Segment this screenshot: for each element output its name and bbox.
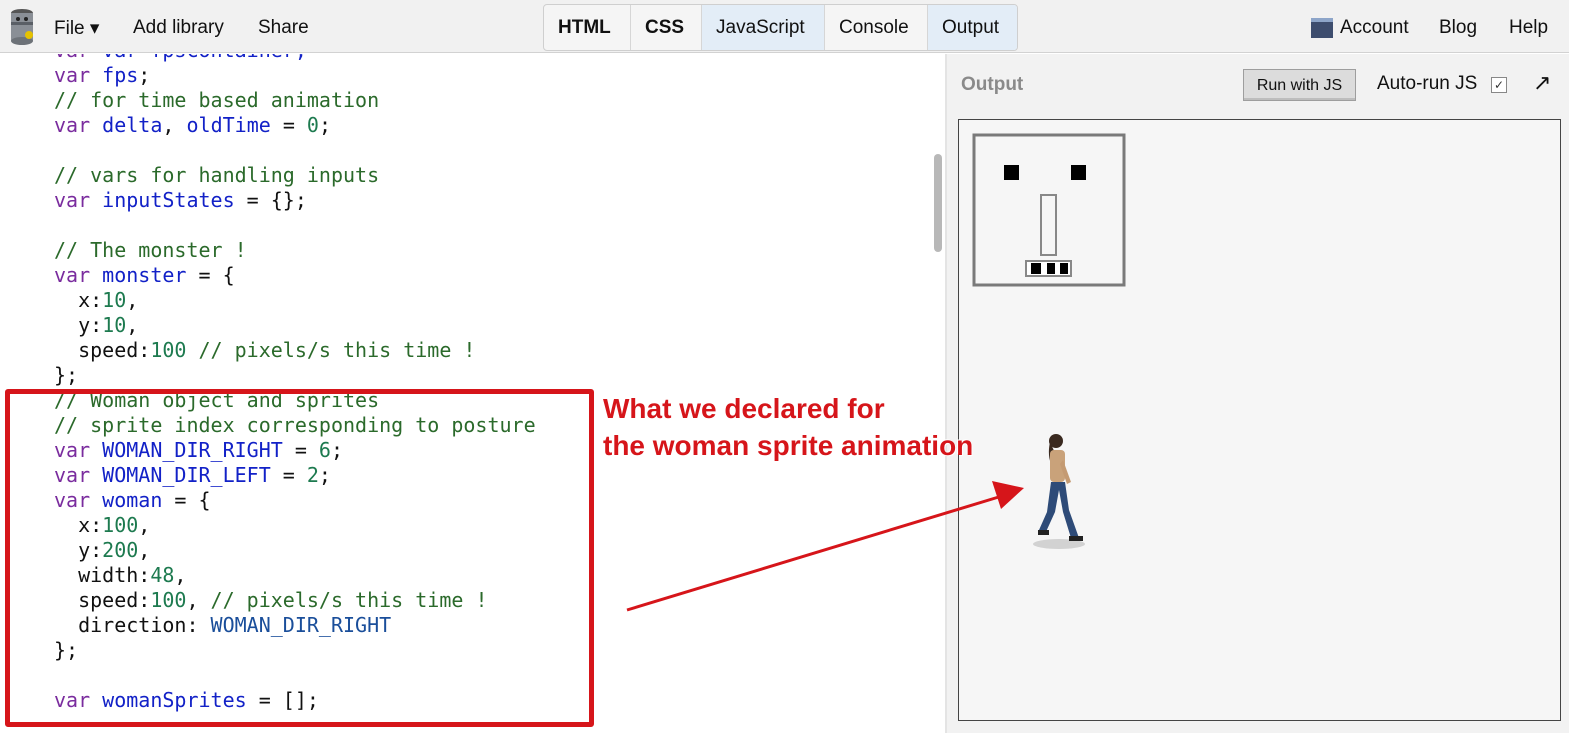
add-library-menu[interactable]: Add library xyxy=(133,17,224,39)
code-line: // vars for handling inputs xyxy=(54,163,380,187)
code-line: var monster = { xyxy=(54,263,235,287)
tab-html[interactable]: HTML xyxy=(544,5,631,50)
output-title: Output xyxy=(961,74,1024,95)
tab-javascript[interactable]: JavaScript xyxy=(702,5,825,50)
account-icon[interactable] xyxy=(1311,18,1333,38)
output-pane: Output Run with JS Auto-run JS ✓ ↗ xyxy=(947,54,1569,733)
run-with-js-button[interactable]: Run with JS xyxy=(1243,69,1356,101)
output-canvas[interactable] xyxy=(958,119,1561,721)
share-menu[interactable]: Share xyxy=(258,17,309,39)
code-line: var fps; xyxy=(54,63,151,87)
code-line: }; xyxy=(54,363,79,387)
top-menubar: File ▾ Add library Share HTML CSS JavaSc… xyxy=(0,0,1569,53)
woman-sprite xyxy=(1033,434,1085,549)
code-line: speed:100 // pixels/s this time ! xyxy=(54,338,476,362)
code-line: y:10, xyxy=(54,313,139,337)
tab-output[interactable]: Output xyxy=(928,5,1017,50)
editor-scrollbar[interactable] xyxy=(934,154,942,252)
code-line: // The monster ! xyxy=(54,238,247,262)
canvas-drawing xyxy=(972,133,1126,549)
help-link[interactable]: Help xyxy=(1509,17,1548,39)
expand-icon[interactable]: ↗ xyxy=(1533,70,1551,96)
tab-console[interactable]: Console xyxy=(825,5,928,50)
annotation-text: What we declared for the woman sprite an… xyxy=(603,393,974,461)
panel-tabs: HTML CSS JavaScript Console Output xyxy=(543,4,1018,51)
blog-link[interactable]: Blog xyxy=(1439,17,1477,39)
code-line: // for time based animation xyxy=(54,88,380,112)
highlight-box xyxy=(5,389,594,727)
jsbin-logo-icon[interactable] xyxy=(8,8,36,46)
tab-css[interactable]: CSS xyxy=(631,5,702,50)
code-line: var delta, oldTime = 0; xyxy=(54,113,331,137)
autorun-label: Auto-run JS xyxy=(1377,73,1478,94)
monster-sprite xyxy=(972,133,1126,287)
autorun-checkbox[interactable]: ✓ xyxy=(1491,77,1507,93)
account-menu[interactable]: Account xyxy=(1340,17,1409,39)
code-line: var var fpsContainer; xyxy=(54,54,307,62)
code-line: var inputStates = {}; xyxy=(54,188,307,212)
file-menu[interactable]: File ▾ xyxy=(54,17,99,40)
code-line: x:10, xyxy=(54,288,139,312)
